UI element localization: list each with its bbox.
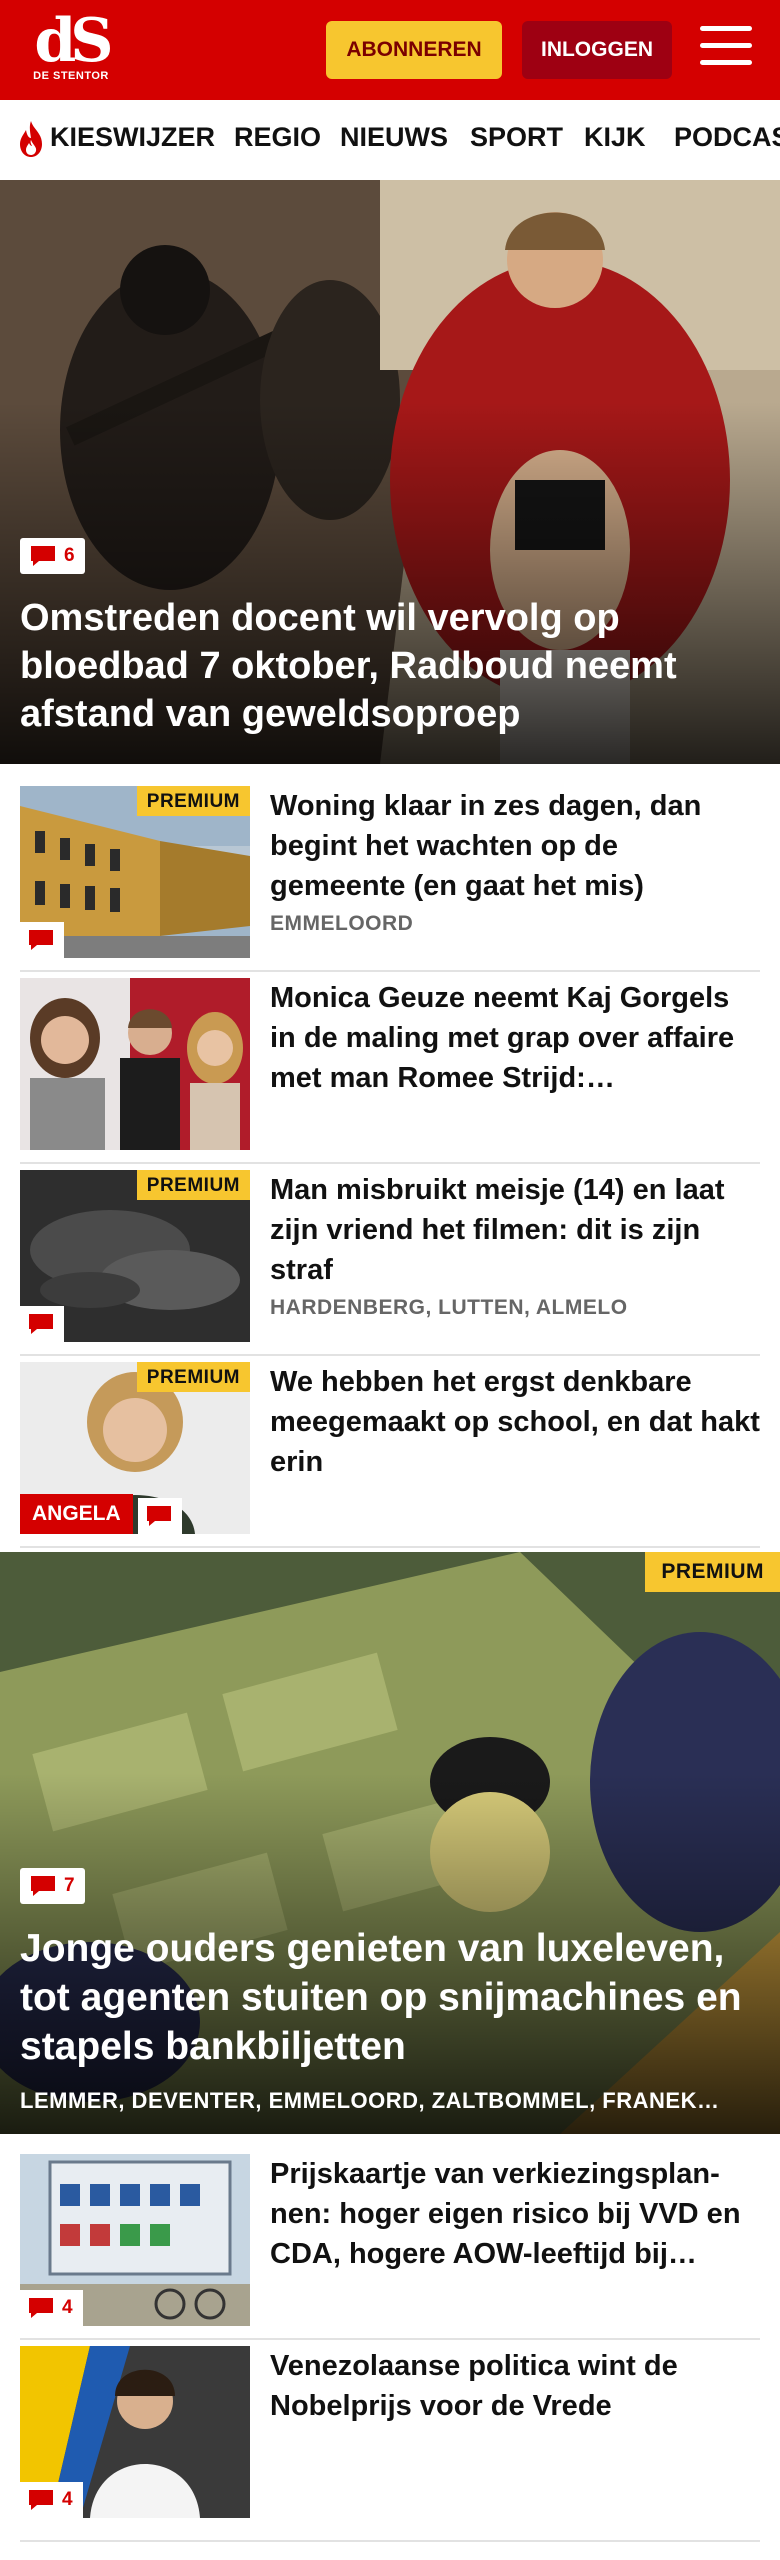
nav-item-podcasts[interactable]: PODCAS xyxy=(674,122,780,153)
feature-comment-count: 7 xyxy=(64,1875,75,1896)
site-logo[interactable]: dS DE STENTOR xyxy=(28,10,114,90)
feature-locations: LEMMER, DEVENTER, EMMELOORD, ZALTBOMMEL,… xyxy=(20,2088,720,2113)
comment-icon xyxy=(29,2490,53,2510)
article-title[interactable]: Man misbruikt meisje (14) en laat zijn v… xyxy=(270,1170,760,1290)
nav-item-kijk[interactable]: KIJK xyxy=(584,122,646,153)
nav-item-kieswijzer[interactable]: KIESWIJZER xyxy=(50,122,215,153)
comment-badge[interactable] xyxy=(20,1306,64,1342)
premium-badge: PREMIUM xyxy=(645,1552,780,1592)
article-title[interactable]: Venezolaanse politica wint de Nobelprijs… xyxy=(270,2346,760,2426)
logo-subtitle: DE STENTOR xyxy=(33,70,109,82)
article-title[interactable]: Woning klaar in zes dagen, dan begint he… xyxy=(270,786,760,906)
logo-mark: dS xyxy=(34,6,113,76)
comment-icon xyxy=(31,546,55,566)
article-title[interactable]: Prijskaartje van verkiezingsplan­nen: ho… xyxy=(270,2154,760,2274)
article-row[interactable]: PREMIUM Man misbruikt meisje (14) en laa… xyxy=(20,1164,760,1356)
article-row[interactable]: Monica Geuze neemt Kaj Gorgels in de mal… xyxy=(20,972,760,1164)
article-row[interactable]: 4 Venezolaanse politica wint de Nobelpri… xyxy=(20,2340,760,2542)
article-location: EMMELOORD xyxy=(270,912,414,935)
comment-badge[interactable] xyxy=(138,1498,182,1534)
comment-badge[interactable]: 4 xyxy=(20,2482,83,2518)
nav-item-sport[interactable]: SPORT xyxy=(470,122,563,153)
premium-badge: PREMIUM xyxy=(136,786,250,816)
comment-count: 4 xyxy=(62,2489,73,2510)
article-thumbnail xyxy=(20,978,250,1150)
login-button[interactable]: INLOGGEN xyxy=(522,21,672,79)
section-nav: KIESWIJZER REGIO NIEUWS SPORT KIJK PODCA… xyxy=(0,100,780,182)
article-row[interactable]: PREMIUM Woning klaar in zes dagen, dan b… xyxy=(20,780,760,972)
author-label: ANGELA xyxy=(20,1494,133,1534)
article-title[interactable]: We hebben het ergst denkbare meegemaakt … xyxy=(270,1362,760,1482)
article-location: HARDENBERG, LUTTEN, ALMELO xyxy=(270,1296,628,1319)
comment-icon xyxy=(29,930,53,950)
feature-article[interactable]: PREMIUM 7 Jonge ouders genieten van luxe… xyxy=(0,1552,780,2134)
article-thumbnail: 4 xyxy=(20,2154,250,2326)
article-row[interactable]: PREMIUM ANGELA We hebben het ergst denkb… xyxy=(20,1356,760,1548)
flame-icon xyxy=(20,121,42,157)
comment-icon xyxy=(31,1876,55,1896)
comment-badge[interactable] xyxy=(20,922,64,958)
nav-item-regio[interactable]: REGIO xyxy=(234,122,321,153)
comment-icon xyxy=(29,2298,53,2318)
comment-icon xyxy=(147,1506,171,1526)
menu-icon[interactable] xyxy=(700,26,752,72)
article-row[interactable]: 4 Prijskaartje van verkiezingsplan­nen: … xyxy=(20,2148,760,2340)
comment-icon xyxy=(29,1314,53,1334)
article-thumbnail: PREMIUM ANGELA xyxy=(20,1362,250,1534)
comment-badge[interactable]: 4 xyxy=(20,2290,83,2326)
site-header: dS DE STENTOR ABONNEREN INLOGGEN xyxy=(0,0,780,100)
hero-title[interactable]: Omstreden docent wil vervolg op bloedbad… xyxy=(20,594,760,738)
comment-count: 4 xyxy=(62,2297,73,2318)
subscribe-button[interactable]: ABONNEREN xyxy=(326,21,502,79)
hero-comment-count: 6 xyxy=(64,545,75,566)
nav-item-nieuws[interactable]: NIEUWS xyxy=(340,122,448,153)
feature-comment-badge[interactable]: 7 xyxy=(20,1868,85,1904)
article-title[interactable]: Monica Geuze neemt Kaj Gorgels in de mal… xyxy=(270,978,760,1098)
feature-title[interactable]: Jonge ouders genieten van luxeleven, tot… xyxy=(20,1924,760,2071)
premium-badge: PREMIUM xyxy=(136,1362,250,1392)
article-thumbnail: PREMIUM xyxy=(20,1170,250,1342)
article-thumbnail: PREMIUM xyxy=(20,786,250,958)
article-thumbnail: 4 xyxy=(20,2346,250,2518)
premium-badge: PREMIUM xyxy=(136,1170,250,1200)
hero-comment-badge[interactable]: 6 xyxy=(20,538,85,574)
hero-article[interactable]: 6 Omstreden docent wil vervolg op bloedb… xyxy=(0,180,780,764)
